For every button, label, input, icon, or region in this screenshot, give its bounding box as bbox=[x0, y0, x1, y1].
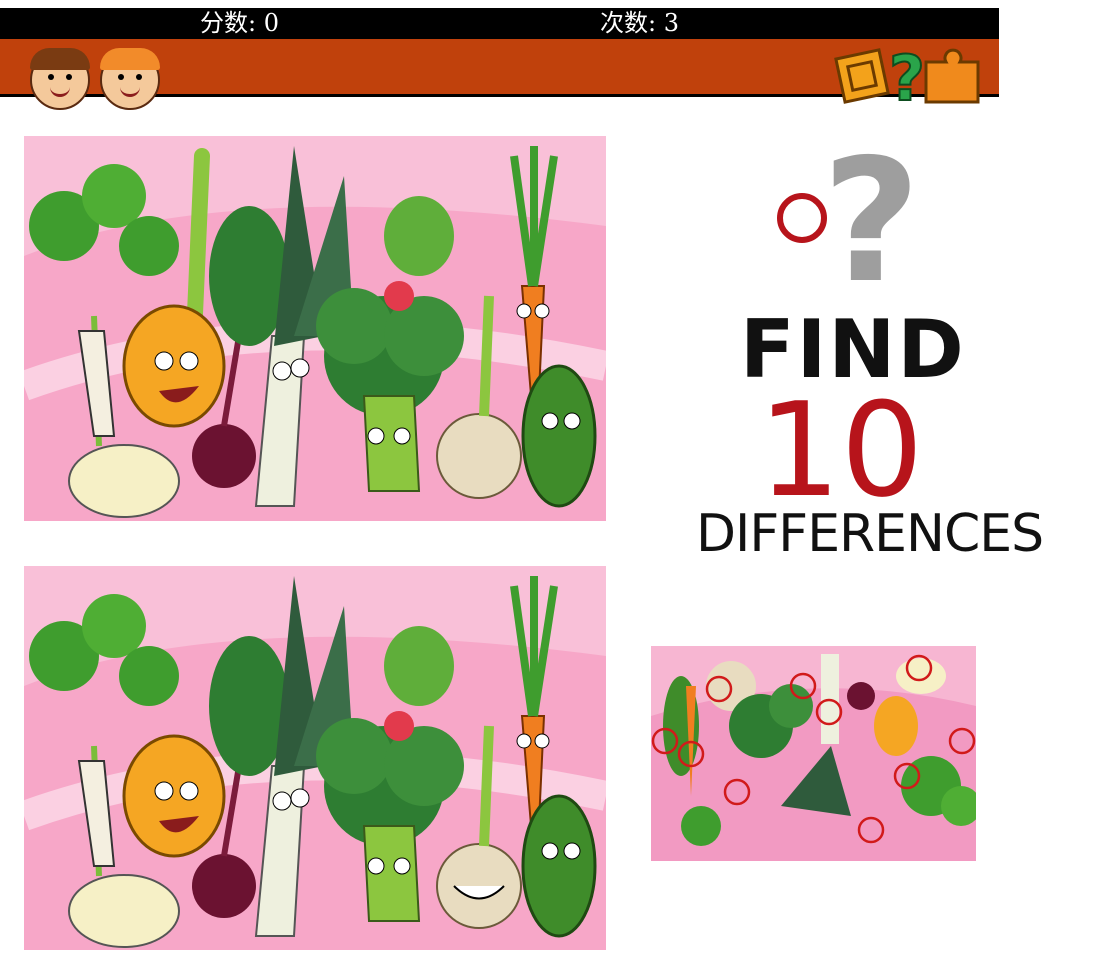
boy-face-icon bbox=[100, 48, 160, 110]
image-panel-bottom[interactable] bbox=[24, 566, 606, 950]
find-differences-title: ? FIND 10 DIFFERENCES bbox=[690, 140, 1044, 570]
puzzle-question-icon: ? bbox=[834, 44, 980, 110]
question-mark-icon: ? bbox=[777, 140, 910, 290]
girl-face-icon bbox=[30, 48, 90, 110]
count-text: 10 bbox=[758, 374, 924, 526]
tries-label: 次数: 3 bbox=[600, 9, 679, 37]
svg-text:?: ? bbox=[889, 44, 925, 110]
score-label: 分数: 0 bbox=[200, 9, 279, 37]
hud-bar: 分数: 0 次数: 3 bbox=[0, 8, 999, 39]
image-panel-top[interactable] bbox=[24, 136, 606, 521]
differences-text: DIFFERENCES bbox=[696, 504, 1044, 564]
solution-thumbnail bbox=[651, 646, 976, 861]
svg-text:?: ? bbox=[822, 140, 910, 290]
